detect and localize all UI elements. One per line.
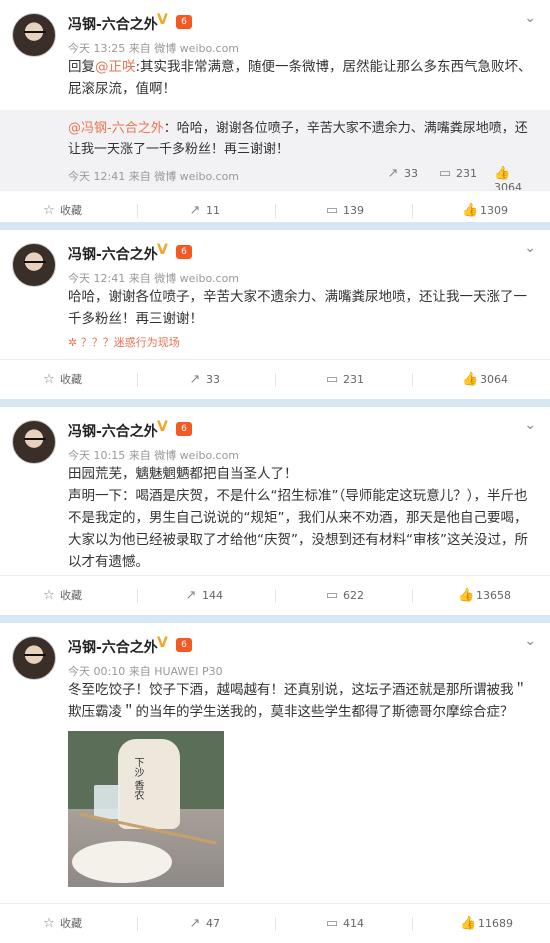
- post-toolbar: ☆ 收藏 ↗ 144 ▭ 622 👍 13658: [0, 575, 550, 615]
- post-header: 冯钢-六合之外 V 6 今天 10:15 来自 微博 weibo.com ⌄: [0, 407, 550, 471]
- like-button[interactable]: 👍 13658: [458, 576, 511, 616]
- author-name[interactable]: 冯钢-六合之外: [68, 637, 158, 657]
- warning-icon: ✲: [68, 336, 81, 349]
- comment-button[interactable]: ▭ 622: [325, 576, 364, 616]
- post-photo[interactable]: 下沙 香农: [68, 731, 224, 887]
- repost-icon: ↗: [189, 203, 201, 218]
- repost-icon: ↗: [189, 916, 201, 931]
- chevron-down-icon[interactable]: ⌄: [524, 240, 536, 256]
- post-text-line2: 声明一下：喝酒是庆贺，不是什么“招生标准”（导师能定这玩意儿？），半斤也不是我定…: [68, 488, 528, 570]
- repost-icon: ↗: [185, 588, 197, 603]
- star-icon: ☆: [43, 588, 55, 603]
- comment-icon: ▭: [325, 916, 339, 931]
- chevron-down-icon[interactable]: ⌄: [524, 417, 536, 433]
- vip-icon: 6: [176, 422, 192, 436]
- repost-button[interactable]: ↗ 11: [188, 191, 220, 231]
- star-icon: ☆: [43, 203, 55, 218]
- like-icon: 👍: [460, 916, 477, 931]
- comment-icon: ▭: [438, 166, 452, 181]
- vip-icon: 6: [176, 638, 192, 652]
- favorite-button[interactable]: ☆ 收藏: [42, 191, 82, 231]
- post-toolbar: ☆ 收藏 ↗ 11 ▭ 139 👍 1309: [0, 190, 550, 230]
- favorite-button[interactable]: ☆ 收藏: [42, 360, 82, 400]
- repost-text: @冯钢-六合之外：哈哈，谢谢各位喷子，辛苦大家不遗余力、满嘴粪尿地喷，还让我一天…: [68, 121, 528, 157]
- author-name[interactable]: 冯钢-六合之外: [68, 244, 158, 264]
- star-icon: ☆: [43, 916, 55, 931]
- post-header: 冯钢-六合之外 V 6 今天 13:25 来自 微博 weibo.com ⌄: [0, 0, 550, 64]
- post-separator: [0, 399, 550, 407]
- vip-icon: 6: [176, 15, 192, 29]
- repost-icon: ↗: [189, 372, 201, 387]
- avatar[interactable]: [12, 13, 56, 57]
- author-name[interactable]: 冯钢-六合之外: [68, 421, 158, 441]
- post-meta: 今天 10:15 来自 微博 weibo.com: [68, 449, 240, 462]
- chevron-down-icon[interactable]: ⌄: [524, 10, 536, 26]
- post-card: 冯钢-六合之外 V 6 今天 10:15 来自 微博 weibo.com ⌄ 田…: [0, 407, 550, 615]
- post-header: 冯钢-六合之外 V 6 今天 00:10 来自 HUAWEI P30 ⌄: [0, 623, 550, 687]
- repost-reposts[interactable]: ↗ 33: [386, 166, 418, 181]
- like-button[interactable]: 👍 11689: [460, 904, 513, 943]
- glass-cup: [94, 785, 120, 819]
- chevron-down-icon[interactable]: ⌄: [524, 633, 536, 649]
- post-card: 冯钢-六合之外 V 6 今天 12:41 来自 微博 weibo.com ⌄ 哈…: [0, 230, 550, 399]
- favorite-button[interactable]: ☆ 收藏: [42, 904, 82, 943]
- repost-time: 今天 12:41 来自 微博 weibo.com: [68, 170, 240, 183]
- like-button[interactable]: 👍 3064: [462, 360, 508, 400]
- like-button[interactable]: 👍 1309: [462, 191, 508, 231]
- reply-text: :其实我非常满意，随便一条微博，居然能让那么多东西气急败坏、屁滚尿流，值啊！: [68, 59, 532, 97]
- star-icon: ☆: [43, 372, 55, 387]
- warning-tag[interactable]: ✲ ？？？迷惑行为现场: [0, 330, 550, 350]
- verified-icon: V: [157, 12, 168, 28]
- post-text: 田园荒芜，魑魅魍魉都把自当圣人了！ 声明一下：喝酒是庆贺，不是什么“招生标准”（…: [0, 463, 550, 573]
- comment-icon: ▭: [325, 203, 339, 218]
- favorite-button[interactable]: ☆ 收藏: [42, 576, 82, 616]
- repost-comments[interactable]: ▭ 231: [438, 166, 477, 181]
- repost-button[interactable]: ↗ 47: [188, 904, 220, 943]
- avatar[interactable]: [12, 420, 56, 464]
- comment-button[interactable]: ▭ 139: [325, 191, 364, 231]
- repost-icon: ↗: [387, 166, 399, 181]
- jar-label: 下沙 香农: [132, 757, 143, 801]
- verified-icon: V: [157, 635, 168, 651]
- comment-button[interactable]: ▭ 414: [325, 904, 364, 943]
- comment-button[interactable]: ▭ 231: [325, 360, 364, 400]
- like-icon: 👍: [462, 372, 479, 387]
- like-icon: 👍: [462, 203, 479, 218]
- author-name[interactable]: 冯钢-六合之外: [68, 14, 158, 34]
- post-card: 冯钢-六合之外 V 6 今天 13:25 来自 微博 weibo.com ⌄ 回…: [0, 0, 550, 222]
- post-meta: 今天 00:10 来自 HUAWEI P30: [68, 665, 223, 678]
- dumpling-plate: [72, 841, 172, 883]
- post-meta: 今天 13:25 来自 微博 weibo.com: [68, 42, 240, 55]
- like-icon: 👍: [458, 588, 475, 603]
- comment-icon: ▭: [325, 372, 339, 387]
- like-icon: 👍: [494, 166, 511, 181]
- avatar[interactable]: [12, 636, 56, 680]
- post-header: 冯钢-六合之外 V 6 今天 12:41 来自 微博 weibo.com ⌄: [0, 230, 550, 294]
- vip-icon: 6: [176, 245, 192, 259]
- post-card: 冯钢-六合之外 V 6 今天 00:10 来自 HUAWEI P30 ⌄ 冬至吃…: [0, 623, 550, 943]
- repost-box[interactable]: @冯钢-六合之外：哈哈，谢谢各位喷子，辛苦大家不遗余力、满嘴粪尿地喷，还让我一天…: [0, 110, 550, 194]
- repost-button[interactable]: ↗ 144: [184, 576, 223, 616]
- post-toolbar: ☆ 收藏 ↗ 33 ▭ 231 👍 3064: [0, 359, 550, 399]
- post-toolbar: ☆ 收藏 ↗ 47 ▭ 414 👍 11689: [0, 903, 550, 943]
- verified-icon: V: [157, 242, 168, 258]
- verified-icon: V: [157, 419, 168, 435]
- repost-button[interactable]: ↗ 33: [188, 360, 220, 400]
- liquor-jar: [118, 739, 180, 829]
- avatar[interactable]: [12, 243, 56, 287]
- comment-icon: ▭: [325, 588, 339, 603]
- repost-author[interactable]: @冯钢-六合之外: [68, 121, 164, 136]
- repost-footer: 今天 12:41 来自 微博 weibo.com ↗ 33 ▭ 231 👍3064: [68, 160, 536, 194]
- post-separator: [0, 615, 550, 623]
- post-meta: 今天 12:41 来自 微博 weibo.com: [68, 272, 240, 285]
